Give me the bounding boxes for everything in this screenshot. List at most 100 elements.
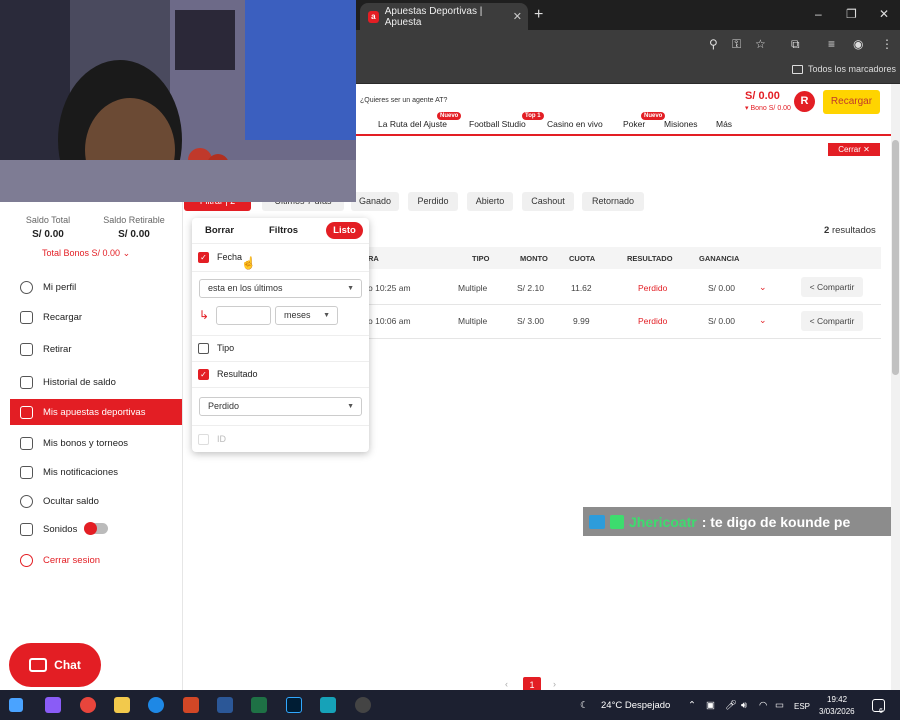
- menu-ocultar-saldo[interactable]: Ocultar saldo: [10, 488, 182, 514]
- word-icon[interactable]: [217, 697, 233, 713]
- minimize-icon[interactable]: –: [815, 7, 822, 21]
- borrar-button[interactable]: Borrar: [205, 225, 234, 236]
- new-tab-icon[interactable]: +: [534, 6, 543, 24]
- bookmark-star-icon[interactable]: ☆: [755, 37, 766, 51]
- weather[interactable]: 24°C Despejado: [601, 700, 670, 711]
- scrollbar-thumb[interactable]: [892, 140, 899, 375]
- nav-la-ruta-del-ajuste[interactable]: La Ruta del Ajuste: [378, 119, 447, 129]
- restore-icon[interactable]: ❐: [846, 7, 857, 21]
- row2-tipo: Multiple: [458, 316, 488, 326]
- chip-ganado[interactable]: Ganado: [351, 192, 399, 211]
- menu-retirar[interactable]: Retirar: [10, 336, 182, 362]
- photoshop-icon[interactable]: [286, 697, 302, 713]
- all-bookmarks[interactable]: Todos los marcadores: [792, 64, 896, 74]
- share-button[interactable]: < Compartir: [801, 277, 863, 297]
- saldo-retirable-value: S/ 0.00: [118, 229, 150, 240]
- nav-mas[interactable]: Más: [716, 119, 732, 129]
- fecha-label: Fecha: [217, 252, 243, 262]
- popup-divider: [192, 335, 369, 336]
- row1-monto: S/ 2.10: [517, 283, 544, 293]
- agent-link[interactable]: ¿Quieres ser un agente AT?: [360, 97, 447, 104]
- chat-button[interactable]: Chat: [9, 643, 101, 687]
- powerpoint-icon[interactable]: [183, 697, 199, 713]
- saldo-total-label: Saldo Total: [25, 215, 71, 225]
- resultado-value: Perdido: [208, 401, 240, 411]
- edge-icon[interactable]: [148, 697, 164, 713]
- mail-icon: [20, 465, 33, 479]
- resultado-checkbox[interactable]: ✓: [198, 369, 209, 380]
- menu-notificaciones[interactable]: Mis notificaciones: [10, 459, 182, 485]
- listo-button[interactable]: Listo: [326, 222, 363, 239]
- chip-perdido[interactable]: Perdido: [408, 192, 458, 211]
- bookmarks-label: Todos los marcadores: [808, 64, 897, 74]
- sound-toggle-knob[interactable]: [84, 522, 97, 535]
- browser-tab[interactable]: a Apuestas Deportivas | Apuesta ✕: [360, 3, 528, 30]
- nav-football-studio[interactable]: Football Studio: [469, 119, 526, 129]
- microphone-icon[interactable]: 🎤︎: [725, 700, 737, 711]
- file-explorer-icon[interactable]: [114, 697, 130, 713]
- expand-row-icon[interactable]: ⌄: [759, 315, 767, 326]
- recargar-button[interactable]: Recargar: [823, 90, 880, 114]
- volume-icon[interactable]: 🔊︎: [741, 700, 747, 711]
- wifi-icon[interactable]: ◠: [759, 700, 767, 711]
- resultado-select[interactable]: Perdido ▼: [199, 397, 362, 416]
- share-button[interactable]: < Compartir: [801, 311, 863, 331]
- profile-icon[interactable]: ◉: [853, 37, 863, 51]
- key-icon[interactable]: ⚿: [732, 37, 741, 52]
- col-ganancia: GANANCIA: [699, 254, 740, 263]
- fecha-range-value: esta en los últimos: [208, 283, 283, 293]
- nav-badge: Nuevo: [437, 112, 462, 120]
- chip-cashout[interactable]: Cashout: [522, 192, 574, 211]
- chat-username: Jhericoatr: [629, 513, 697, 530]
- row2-ganancia: S/ 0.00: [708, 316, 735, 326]
- menu-icon[interactable]: ⋮: [881, 37, 893, 51]
- chrome-icon[interactable]: [80, 697, 96, 713]
- chip-abierto[interactable]: Abierto: [467, 192, 513, 211]
- clock-time[interactable]: 19:42: [827, 695, 847, 704]
- nav-poker[interactable]: Poker: [623, 119, 645, 129]
- obs-icon[interactable]: [355, 697, 371, 713]
- menu-cerrar-sesion[interactable]: Cerrar sesion: [10, 547, 182, 573]
- row2-cuota: 9.99: [573, 316, 590, 326]
- tray-chevron-icon[interactable]: ⌃: [688, 700, 696, 711]
- app-icon[interactable]: [320, 697, 336, 713]
- total-bonos-text: Total Bonos S/ 0.00: [42, 248, 121, 258]
- chip-retornado[interactable]: Retornado: [582, 192, 644, 211]
- fecha-checkbox[interactable]: ✓: [198, 252, 209, 263]
- media-icon[interactable]: ≡: [828, 37, 835, 51]
- expand-row-icon[interactable]: ⌄: [759, 282, 767, 293]
- tray-app-icon[interactable]: ▣: [706, 700, 715, 711]
- nav-casino-en-vivo[interactable]: Casino en vivo: [547, 119, 603, 129]
- close-window-icon[interactable]: ✕: [879, 7, 889, 21]
- battery-icon[interactable]: ▭: [775, 700, 784, 711]
- nav-misiones[interactable]: Misiones: [664, 119, 698, 129]
- zoom-icon[interactable]: ⚲: [709, 37, 718, 51]
- close-panel-button[interactable]: Cerrar ✕: [828, 143, 880, 156]
- close-tab-icon[interactable]: ✕: [513, 10, 522, 23]
- menu-mi-perfil[interactable]: Mi perfil: [10, 274, 182, 300]
- language-indicator[interactable]: ESP: [794, 702, 810, 711]
- popup-divider: [192, 243, 369, 244]
- fecha-range-select[interactable]: esta en los últimos ▼: [199, 279, 362, 298]
- windows-start-icon[interactable]: [9, 698, 23, 712]
- cantidad-input[interactable]: [216, 306, 271, 325]
- clock-date[interactable]: 3/03/2026: [819, 707, 855, 716]
- avatar[interactable]: R: [794, 91, 815, 112]
- menu-recargar[interactable]: Recargar: [10, 304, 182, 330]
- next-page-icon[interactable]: ›: [553, 679, 556, 689]
- row1-time: o 10:25 am: [368, 283, 411, 293]
- prev-page-icon[interactable]: ‹: [505, 679, 508, 689]
- id-checkbox[interactable]: [198, 434, 209, 445]
- unit-select[interactable]: meses ▼: [275, 306, 338, 325]
- menu-historial[interactable]: Historial de saldo: [10, 369, 182, 395]
- excel-icon[interactable]: [251, 697, 267, 713]
- menu-mis-apuestas[interactable]: Mis apuestas deportivas: [10, 399, 182, 425]
- menu-bonos[interactable]: Mis bonos y torneos: [10, 430, 182, 456]
- popup-title: Filtros: [269, 225, 299, 236]
- row1-resultado: Perdido: [638, 283, 668, 293]
- total-bonos[interactable]: Total Bonos S/ 0.00 ⌄: [42, 248, 130, 259]
- tipo-checkbox[interactable]: [198, 343, 209, 354]
- extensions-icon[interactable]: ⧉: [791, 37, 800, 52]
- copilot-icon[interactable]: [45, 697, 61, 713]
- caret-down-icon: ▼: [323, 312, 330, 319]
